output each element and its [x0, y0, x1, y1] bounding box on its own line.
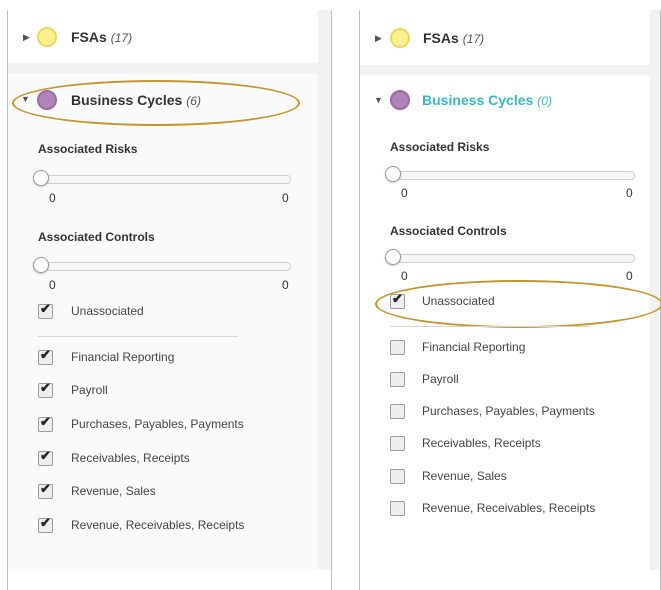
payroll-checkbox[interactable]: ✔	[38, 380, 53, 398]
highlight-oval	[375, 280, 661, 328]
controls-slider-track[interactable]	[390, 254, 635, 263]
business-cycles-dot-icon	[390, 90, 410, 110]
checkmark-icon: ✔	[40, 515, 51, 530]
receivables-label: Receivables, Receipts	[422, 436, 541, 450]
unassociated-checkbox[interactable]: ✔	[38, 301, 53, 319]
payroll-checkbox[interactable]	[390, 372, 405, 387]
caret-right-icon[interactable]: ▶	[23, 32, 30, 43]
financial-reporting-label: Financial Reporting	[422, 340, 526, 354]
revenue-receivables-label: Revenue, Receivables, Receipts	[422, 501, 596, 515]
controls-slider-track[interactable]	[38, 262, 291, 271]
revenue-sales-checkbox[interactable]	[390, 469, 405, 484]
fsa-title[interactable]: FSAs (17)	[423, 30, 484, 46]
unassociated-label: Unassociated	[71, 304, 144, 318]
associated-controls-label: Associated Controls	[390, 224, 507, 238]
controls-slider-thumb[interactable]	[385, 249, 401, 265]
divider	[38, 336, 238, 337]
risks-max-value: 0	[282, 191, 289, 205]
divider	[390, 326, 590, 327]
checkmark-icon: ✔	[40, 380, 51, 395]
purchases-label: Purchases, Payables, Payments	[422, 404, 595, 418]
purchases-checkbox[interactable]: ✔	[38, 414, 53, 432]
revenue-sales-label: Revenue, Sales	[422, 469, 507, 483]
risks-max-value: 0	[626, 186, 633, 200]
risks-slider-track[interactable]	[390, 171, 635, 180]
financial-reporting-checkbox[interactable]: ✔	[38, 347, 53, 365]
business-cycles-title[interactable]: Business Cycles (0)	[422, 92, 552, 108]
receivables-checkbox[interactable]: ✔	[38, 448, 53, 466]
checkmark-icon: ✔	[40, 448, 51, 463]
risks-slider-track[interactable]	[38, 175, 291, 184]
associated-controls-label: Associated Controls	[38, 230, 155, 244]
financial-reporting-label: Financial Reporting	[71, 350, 175, 364]
left-panel: ▶ FSAs (17) ▼ Business Cycles (6) Associat…	[7, 10, 332, 590]
revenue-receivables-label: Revenue, Receivables, Receipts	[71, 518, 245, 532]
revenue-sales-label: Revenue, Sales	[71, 484, 156, 498]
receivables-label: Receivables, Receipts	[71, 451, 190, 465]
payroll-label: Payroll	[71, 383, 108, 397]
purchases-checkbox[interactable]	[390, 404, 405, 419]
purchases-label: Purchases, Payables, Payments	[71, 417, 244, 431]
right-panel: ▶ FSAs (17) ▼ Business Cycles (0) Associat…	[359, 10, 661, 590]
checkmark-icon: ✔	[40, 301, 51, 316]
risks-min-value: 0	[49, 191, 56, 205]
revenue-receivables-checkbox[interactable]	[390, 501, 405, 516]
fsa-title[interactable]: FSAs (17)	[71, 29, 132, 45]
controls-min-value: 0	[401, 269, 408, 283]
controls-max-value: 0	[282, 278, 289, 292]
associated-risks-label: Associated Risks	[38, 142, 138, 156]
group-separator	[360, 65, 650, 75]
checkmark-icon: ✔	[40, 347, 51, 362]
highlight-oval	[12, 80, 300, 126]
scrollbar[interactable]	[318, 10, 331, 570]
risks-min-value: 0	[401, 186, 408, 200]
associated-risks-label: Associated Risks	[390, 140, 490, 154]
caret-down-icon[interactable]: ▼	[374, 95, 383, 105]
revenue-receivables-checkbox[interactable]: ✔	[38, 515, 53, 533]
fsa-dot-icon	[390, 28, 410, 48]
fsa-dot-icon	[37, 27, 57, 47]
checkmark-icon: ✔	[40, 414, 51, 429]
risks-slider-thumb[interactable]	[33, 170, 49, 186]
financial-reporting-checkbox[interactable]	[390, 340, 405, 355]
controls-max-value: 0	[626, 269, 633, 283]
controls-min-value: 0	[49, 278, 56, 292]
fsa-row[interactable]: ▶ FSAs (17)	[8, 10, 318, 60]
caret-right-icon[interactable]: ▶	[375, 33, 382, 44]
revenue-sales-checkbox[interactable]: ✔	[38, 481, 53, 499]
payroll-label: Payroll	[422, 372, 459, 386]
receivables-checkbox[interactable]	[390, 436, 405, 451]
group-separator	[8, 63, 318, 73]
checkmark-icon: ✔	[40, 481, 51, 496]
risks-slider-thumb[interactable]	[385, 166, 401, 182]
controls-slider-thumb[interactable]	[33, 257, 49, 273]
fsa-row[interactable]: ▶ FSAs (17)	[360, 10, 650, 60]
scrollbar[interactable]	[650, 10, 660, 570]
